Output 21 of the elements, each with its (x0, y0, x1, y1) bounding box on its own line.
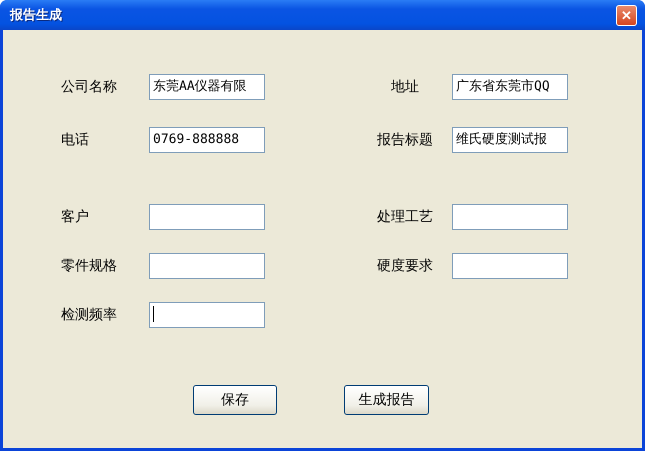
input-field[interactable] (149, 302, 265, 328)
input-field[interactable]: 广东省东莞市QQ (452, 74, 568, 100)
field-label: 检测频率 (61, 306, 118, 324)
field-label: 处理工艺 (376, 208, 434, 226)
input-field[interactable] (452, 204, 568, 230)
window-title: 报告生成 (10, 6, 62, 24)
field-label: 地址 (390, 78, 420, 96)
field-label: 报告标题 (376, 130, 434, 148)
dialog-button[interactable]: 生成报告 (344, 385, 429, 415)
field-label: 公司名称 (61, 78, 118, 96)
dialog-button[interactable]: 保存 (193, 385, 277, 415)
input-field[interactable]: 维氏硬度测试报 (452, 126, 568, 152)
field-label: 电话 (61, 130, 90, 148)
input-field[interactable] (149, 252, 265, 278)
input-field[interactable] (452, 252, 568, 278)
input-field[interactable]: 东莞AA仪器有限 (149, 74, 265, 100)
input-field[interactable] (149, 204, 265, 230)
field-label: 零件规格 (61, 256, 118, 274)
field-label: 硬度要求 (376, 256, 434, 274)
input-field[interactable]: 0769-888888 (149, 126, 265, 152)
field-label: 客户 (61, 208, 90, 226)
